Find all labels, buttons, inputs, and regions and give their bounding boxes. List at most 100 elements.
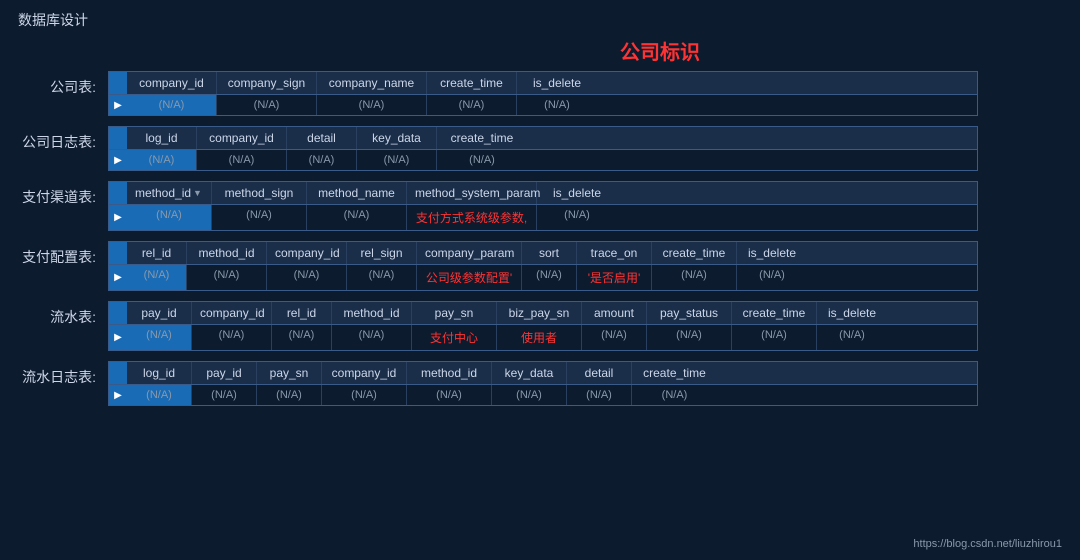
db-table: log_idcompany_iddetailkey_datacreate_tim… [108, 126, 978, 171]
table-label: 流水日志表: [18, 361, 108, 387]
arrow-col-header [109, 362, 127, 384]
col-body-cell: (N/A) [437, 150, 527, 170]
col-header-cell: company_id [267, 242, 347, 264]
col-header-cell: log_id [127, 362, 192, 384]
db-table-body: ▶(N/A)(N/A)(N/A)(N/A)(N/A) [109, 150, 977, 170]
col-body-cell: (N/A) [192, 385, 257, 405]
col-body-cell: (N/A) [652, 265, 737, 290]
col-body-cell: (N/A) [317, 95, 427, 115]
col-body-cell: 使用者 [497, 325, 582, 350]
arrow-col-body[interactable]: ▶ [109, 95, 127, 115]
col-body-cell: (N/A) [127, 150, 197, 170]
arrow-col-header [109, 72, 127, 94]
col-header-cell: pay_sn [257, 362, 322, 384]
arrow-col-header [109, 242, 127, 264]
col-header-cell: company_id [322, 362, 407, 384]
col-header-cell: create_time [632, 362, 717, 384]
col-header-cell: detail [287, 127, 357, 149]
col-header-cell: rel_id [272, 302, 332, 324]
col-body-cell: (N/A) [407, 385, 492, 405]
arrow-col-header [109, 182, 127, 204]
col-body-cell: (N/A) [517, 95, 597, 115]
col-body-cell: (N/A) [287, 150, 357, 170]
col-header-cell: pay_id [192, 362, 257, 384]
arrow-col-body[interactable]: ▶ [109, 265, 127, 290]
col-header-cell: key_data [357, 127, 437, 149]
col-header-cell: rel_sign [347, 242, 417, 264]
table-label: 公司表: [18, 71, 108, 97]
arrow-col-body[interactable]: ▶ [109, 150, 127, 170]
col-header-cell: create_time [652, 242, 737, 264]
col-body-cell: (N/A) [217, 95, 317, 115]
col-header-cell: company_id [197, 127, 287, 149]
db-table-header: log_idcompany_iddetailkey_datacreate_tim… [109, 127, 977, 150]
db-table-body: ▶(N/A)(N/A)(N/A)(N/A)(N/A) [109, 95, 977, 115]
col-body-cell: (N/A) [197, 150, 287, 170]
db-table: method_id▼method_signmethod_namemethod_s… [108, 181, 978, 231]
col-body-cell: (N/A) [632, 385, 717, 405]
arrow-col-body[interactable]: ▶ [109, 205, 127, 230]
table-row-container: 流水表:pay_idcompany_idrel_idmethod_idpay_s… [18, 301, 1062, 351]
table-row-container: 公司日志表:log_idcompany_iddetailkey_datacrea… [18, 126, 1062, 171]
col-header-cell: company_id [192, 302, 272, 324]
col-header-cell: method_id [332, 302, 412, 324]
col-body-cell: (N/A) [127, 385, 192, 405]
col-body-cell: 支付中心 [412, 325, 497, 350]
arrow-col-header [109, 127, 127, 149]
col-header-cell: trace_on [577, 242, 652, 264]
col-body-cell: (N/A) [732, 325, 817, 350]
col-body-cell: 公司级参数配置' [417, 265, 522, 290]
col-header-cell: is_delete [537, 182, 617, 204]
col-body-cell: (N/A) [647, 325, 732, 350]
col-body-cell: (N/A) [267, 265, 347, 290]
footer-url: https://blog.csdn.net/liuzhirou1 [913, 538, 1062, 550]
col-body-cell: (N/A) [492, 385, 567, 405]
table-row-container: 支付渠道表:method_id▼method_signmethod_nameme… [18, 181, 1062, 231]
col-body-cell: (N/A) [347, 265, 417, 290]
col-body-cell: (N/A) [537, 205, 617, 230]
col-header-cell: pay_id [127, 302, 192, 324]
col-body-cell: (N/A) [357, 150, 437, 170]
col-body-cell: (N/A) [332, 325, 412, 350]
db-table-body: ▶(N/A)(N/A)(N/A)(N/A)支付中心使用者(N/A)(N/A)(N… [109, 325, 977, 350]
col-header-cell: method_id [187, 242, 267, 264]
arrow-col-body[interactable]: ▶ [109, 325, 127, 350]
arrow-col-body[interactable]: ▶ [109, 385, 127, 405]
col-header-cell: company_param [417, 242, 522, 264]
db-table-body: ▶(N/A)(N/A)(N/A)支付方式系统级参数,(N/A) [109, 205, 977, 230]
col-header-cell: detail [567, 362, 632, 384]
table-label: 流水表: [18, 301, 108, 327]
col-header-cell: method_system_param [407, 182, 537, 204]
company-badge: 公司标识 [240, 36, 1080, 65]
col-header-cell: create_time [437, 127, 527, 149]
table-label: 公司日志表: [18, 126, 108, 152]
arrow-col-header [109, 302, 127, 324]
db-table: rel_idmethod_idcompany_idrel_signcompany… [108, 241, 978, 291]
db-table-header: rel_idmethod_idcompany_idrel_signcompany… [109, 242, 977, 265]
col-body-cell: (N/A) [187, 265, 267, 290]
col-body-cell: (N/A) [427, 95, 517, 115]
col-body-cell: (N/A) [127, 265, 187, 290]
col-body-cell: (N/A) [127, 325, 192, 350]
table-row-container: 支付配置表:rel_idmethod_idcompany_idrel_signc… [18, 241, 1062, 291]
col-header-cell: method_id▼ [127, 182, 212, 204]
col-body-cell: (N/A) [737, 265, 807, 290]
db-table-header: pay_idcompany_idrel_idmethod_idpay_snbiz… [109, 302, 977, 325]
col-body-cell: '是否启用' [577, 265, 652, 290]
col-header-cell: biz_pay_sn [497, 302, 582, 324]
db-table-header: company_idcompany_signcompany_namecreate… [109, 72, 977, 95]
col-header-cell: log_id [127, 127, 197, 149]
col-header-cell: key_data [492, 362, 567, 384]
col-header-cell: pay_status [647, 302, 732, 324]
db-table-body: ▶(N/A)(N/A)(N/A)(N/A)(N/A)(N/A)(N/A)(N/A… [109, 385, 977, 405]
col-header-cell: company_sign [217, 72, 317, 94]
col-body-cell: 支付方式系统级参数, [407, 205, 537, 230]
col-header-cell: amount [582, 302, 647, 324]
table-label: 支付渠道表: [18, 181, 108, 207]
page-title: 数据库设计 [0, 0, 1080, 36]
col-header-cell: create_time [732, 302, 817, 324]
col-header-cell: is_delete [817, 302, 887, 324]
col-body-cell: (N/A) [127, 205, 212, 230]
db-table-body: ▶(N/A)(N/A)(N/A)(N/A)公司级参数配置'(N/A)'是否启用'… [109, 265, 977, 290]
col-body-cell: (N/A) [307, 205, 407, 230]
